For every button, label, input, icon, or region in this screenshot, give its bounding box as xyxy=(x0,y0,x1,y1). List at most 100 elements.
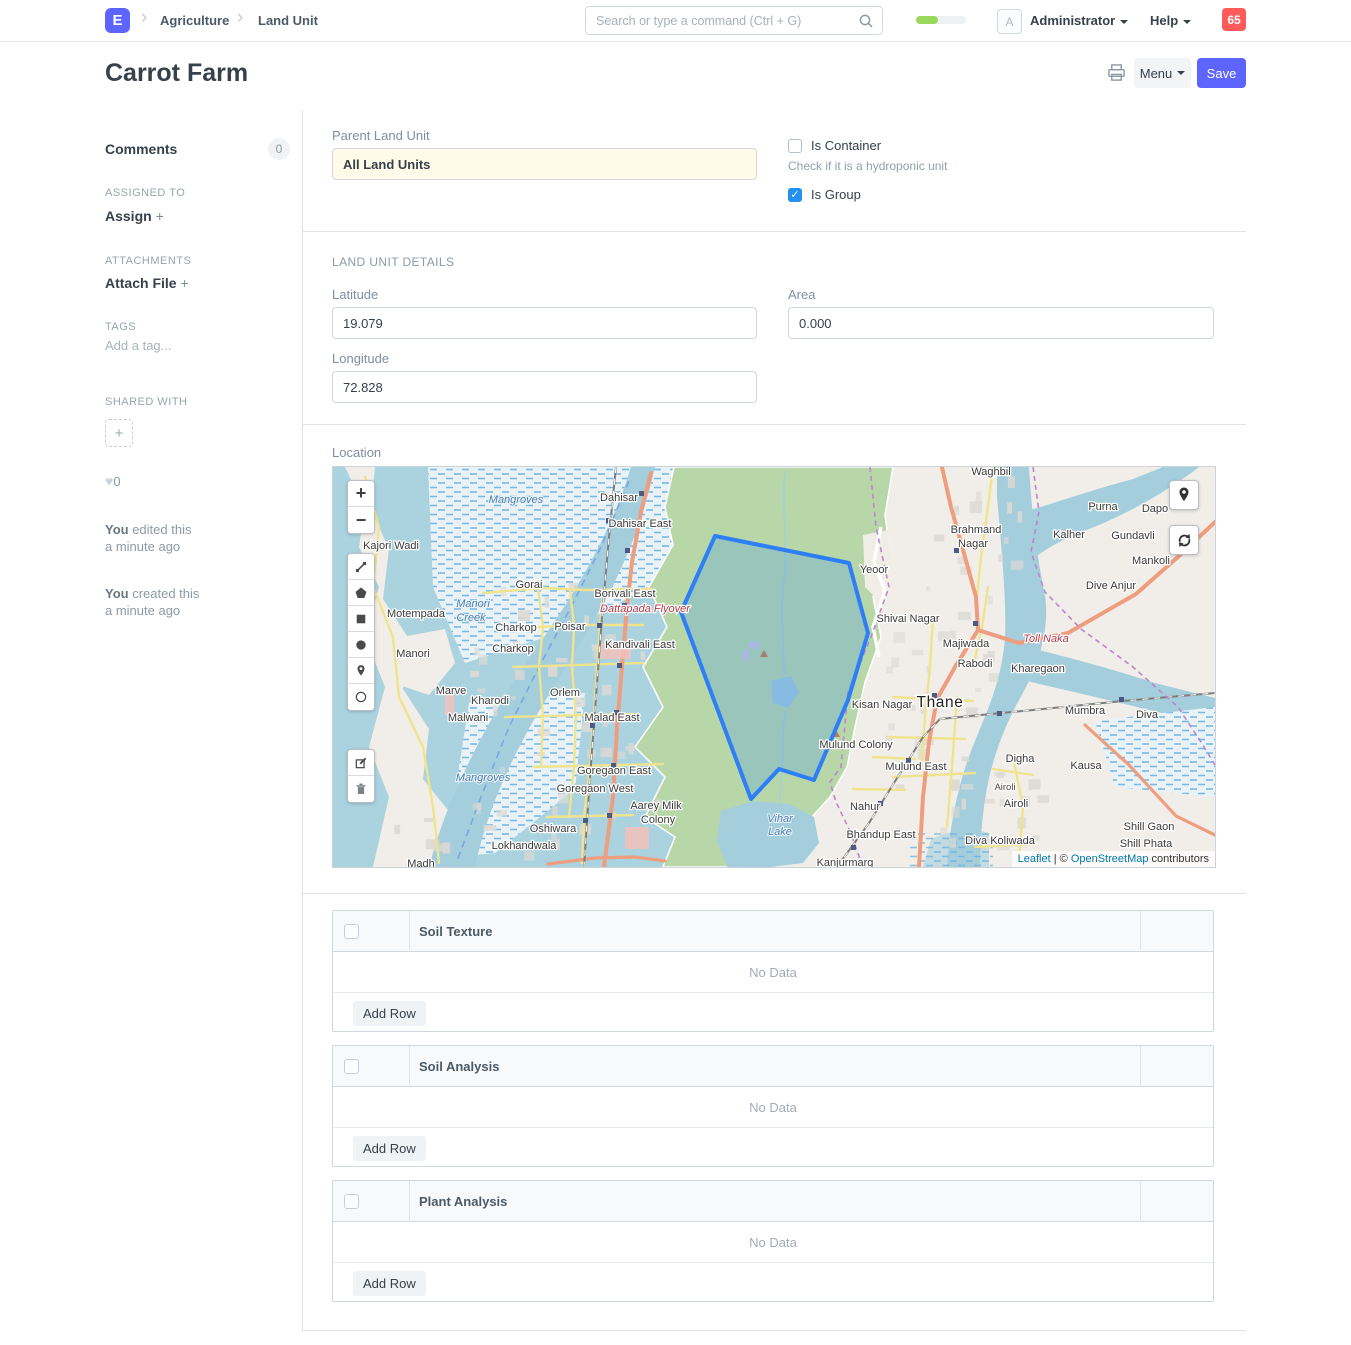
map-label: Airoli xyxy=(1004,798,1028,810)
add-row-button[interactable]: Add Row xyxy=(353,1271,426,1296)
activity-item: You created this a minute ago xyxy=(105,585,290,619)
menu-button[interactable]: Menu xyxy=(1134,58,1191,88)
map-label: Manori xyxy=(456,598,490,610)
sidebar-comments[interactable]: Comments 0 xyxy=(105,141,290,159)
search-icon xyxy=(858,13,874,29)
draw-marker-button[interactable] xyxy=(348,658,374,684)
zoom-out-button[interactable]: − xyxy=(348,507,374,533)
grid-header: Soil Analysis xyxy=(333,1046,1213,1087)
map-label: Kandivali East xyxy=(605,639,675,651)
map-label: Lokhandwala xyxy=(492,840,558,852)
map-label: Madh xyxy=(407,858,435,867)
map-label: Gundavli xyxy=(1111,530,1154,542)
page-title: Carrot Farm xyxy=(105,59,248,88)
checkbox-checked-icon: ✓ xyxy=(788,188,802,202)
app-logo[interactable]: E xyxy=(105,8,130,33)
map-label: Bhandup East xyxy=(846,829,915,841)
select-all-checkbox[interactable] xyxy=(344,1194,359,1209)
location-map[interactable]: MangrovesDahisarDahisar EastWaghbilPurna… xyxy=(332,466,1216,868)
map-label: Charkop xyxy=(495,622,537,634)
latitude-label: Latitude xyxy=(332,287,378,302)
map-label: Shill Phata xyxy=(1120,838,1173,850)
container-help-text: Check if it is a hydroponic unit xyxy=(788,159,947,173)
parent-land-unit-label: Parent Land Unit xyxy=(332,128,430,143)
add-row-button[interactable]: Add Row xyxy=(353,1136,426,1161)
map-label: Digha xyxy=(1006,753,1036,765)
chevron-right-icon: › xyxy=(141,7,147,29)
search-input[interactable] xyxy=(586,7,866,34)
draw-toolbar xyxy=(347,553,375,711)
grid-header: Plant Analysis xyxy=(333,1181,1213,1222)
map-label: Motempada xyxy=(387,608,446,620)
area-field[interactable] xyxy=(788,307,1214,339)
assign-button[interactable]: Assign + xyxy=(105,208,290,224)
grid-empty-row: No Data xyxy=(333,1222,1213,1263)
map-label: Kanjurmarg xyxy=(817,857,874,867)
leaflet-link[interactable]: Leaflet xyxy=(1018,853,1051,865)
osm-link[interactable]: OpenStreetMap xyxy=(1071,853,1149,865)
energy-points-progress xyxy=(916,16,966,24)
map-canvas[interactable]: MangrovesDahisarDahisar EastWaghbilPurna… xyxy=(333,467,1215,867)
section-divider xyxy=(302,424,1246,425)
map-label: Shill Gaon xyxy=(1124,821,1175,833)
comments-count: 0 xyxy=(268,138,290,160)
map-label: Mulund East xyxy=(885,761,946,773)
map-label: Thane xyxy=(917,694,964,711)
land-unit-page: E › Agriculture › Land Unit A Administra… xyxy=(0,0,1351,1345)
map-label: Oshiwara xyxy=(530,823,577,835)
reload-map-control[interactable] xyxy=(1169,525,1199,555)
draw-circle-button[interactable] xyxy=(348,632,374,658)
add-row-button[interactable]: Add Row xyxy=(353,1001,426,1026)
location-label: Location xyxy=(332,445,381,460)
draw-polyline-button[interactable] xyxy=(348,554,374,580)
draw-polygon-button[interactable] xyxy=(348,580,374,606)
delete-layers-button[interactable] xyxy=(348,776,374,802)
is-container-checkbox[interactable]: Is Container xyxy=(788,138,881,153)
locate-control[interactable] xyxy=(1169,480,1199,510)
longitude-field[interactable] xyxy=(332,371,757,403)
avatar[interactable]: A xyxy=(997,9,1022,34)
is-group-checkbox[interactable]: ✓Is Group xyxy=(788,187,861,202)
breadcrumb-land-unit[interactable]: Land Unit xyxy=(258,13,318,28)
map-label: Malad East xyxy=(584,712,639,724)
map-label: Vihar xyxy=(767,813,794,825)
attach-file-button[interactable]: Attach File + xyxy=(105,275,290,291)
shared-with-label: SHARED WITH xyxy=(105,396,290,408)
edit-toolbar xyxy=(347,749,375,803)
map-label: Mulund Colony xyxy=(819,739,893,751)
map-label: Marve xyxy=(436,685,467,697)
select-all-checkbox[interactable] xyxy=(344,924,359,939)
breadcrumb-agriculture[interactable]: Agriculture xyxy=(160,13,229,28)
details-section-label: LAND UNIT DETAILS xyxy=(332,255,454,269)
save-button[interactable]: Save xyxy=(1197,58,1246,88)
map-label: Mumbra xyxy=(1065,705,1106,717)
navbar: E › Agriculture › Land Unit A Administra… xyxy=(0,0,1351,42)
edit-layers-button[interactable] xyxy=(348,750,374,776)
like-button[interactable]: ♥0 xyxy=(105,473,290,489)
map-label: Borivali East xyxy=(594,588,655,600)
form-bottom-border xyxy=(302,1330,1246,1331)
map-label: Mankoli xyxy=(1132,555,1170,567)
grid-title: Plant Analysis xyxy=(419,1194,507,1209)
global-search xyxy=(585,6,883,35)
parent-land-unit-field[interactable] xyxy=(332,148,757,180)
select-all-checkbox[interactable] xyxy=(344,1059,359,1074)
user-menu[interactable]: Administrator xyxy=(1030,13,1128,28)
draw-rectangle-button[interactable] xyxy=(348,606,374,632)
draw-circlemarker-button[interactable] xyxy=(348,684,374,710)
map-label: Kharodi xyxy=(471,695,509,707)
help-menu[interactable]: Help xyxy=(1150,13,1191,28)
printer-icon[interactable] xyxy=(1107,64,1126,82)
notifications-badge[interactable]: 65 xyxy=(1222,8,1246,31)
zoom-in-button[interactable]: + xyxy=(348,481,374,507)
grid-title: Soil Texture xyxy=(419,924,492,939)
map-label: Goregaon East xyxy=(577,765,651,777)
map-label: Diva Koliwada xyxy=(965,835,1036,847)
tag-input[interactable]: Add a tag... xyxy=(105,338,290,353)
share-add-button[interactable]: + xyxy=(105,419,290,447)
map-label: Waghbil xyxy=(971,467,1010,478)
map-label: Dattapada Flyover xyxy=(600,603,691,615)
map-label: Orlem xyxy=(550,687,580,699)
map-label: Gorai xyxy=(516,579,543,591)
latitude-field[interactable] xyxy=(332,307,757,339)
